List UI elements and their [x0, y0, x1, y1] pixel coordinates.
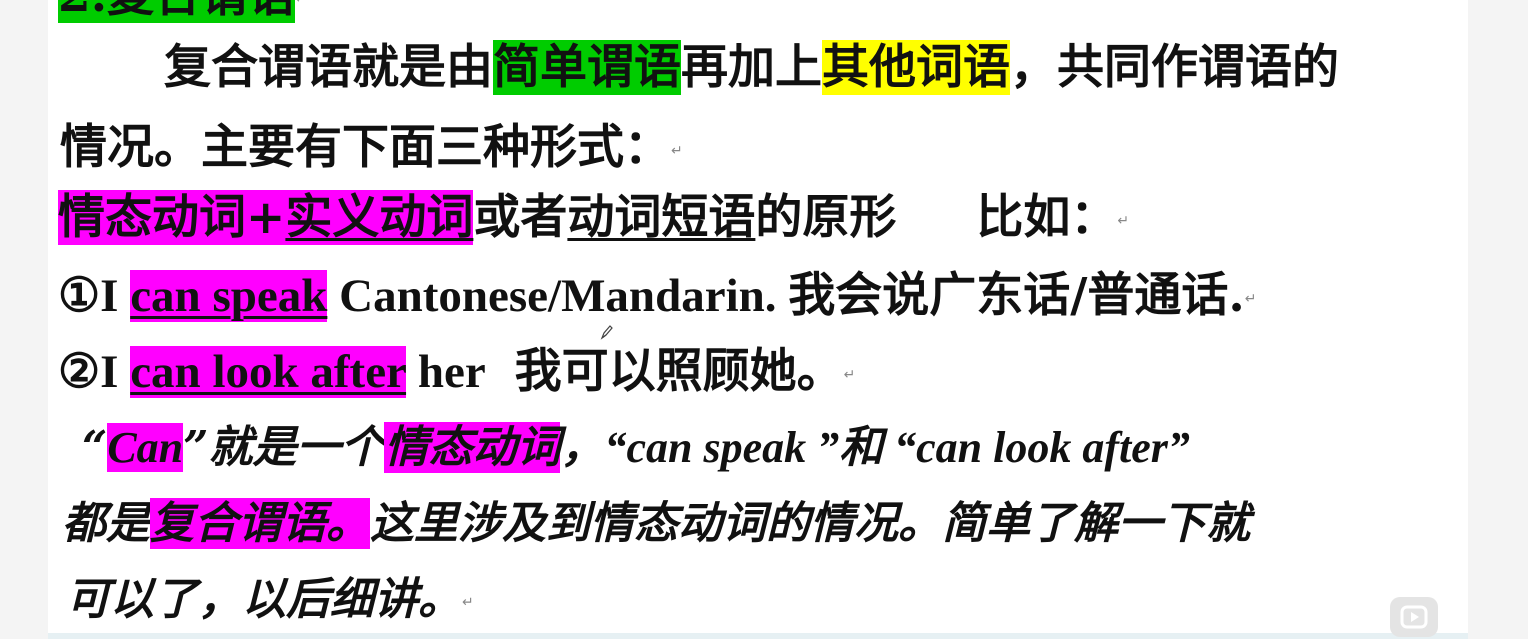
explanation-text: ”就是一个 [183, 422, 385, 473]
definition-text: 复合谓语就是由 [164, 40, 493, 95]
explanation-text: ，“can speak ”和 “can look after” [560, 423, 1190, 472]
example-1: ①I can speak Cantonese/Mandarin. 我会说广东话/… [58, 266, 1257, 329]
definition-text: 再加上 [681, 40, 822, 95]
highlight-simple-predicate: 简单谓语 [493, 40, 681, 95]
highlight-modal-verb-term: 情态动词 [384, 422, 561, 473]
paragraph-mark: ↵ [1244, 291, 1257, 307]
form-rule: 情态动词+实义动词或者动词短语的原形 比如：↵ [58, 188, 1129, 251]
definition-line-1: 复合谓语就是由简单谓语再加上其他词语，共同作谓语的 [164, 38, 1339, 98]
definition-line-2: 情况。主要有下面三种形式：↵ [60, 118, 683, 181]
quote-mark: “ [82, 422, 108, 473]
example-2: ②I can look after her 我可以照顾她。↵ [58, 342, 855, 405]
document-page: 2.复合谓语↵ 复合谓语就是由简单谓语再加上其他词语，共同作谓语的 情况。主要有… [48, 0, 1468, 633]
highlight-modal-verb: 情态动词+实义动词 [58, 190, 474, 245]
left-margin [0, 0, 48, 639]
section-title-text: 2.复合谓语 [58, 0, 296, 23]
explanation-line-2: 都是复合谓语。这里涉及到情态动词的情况。简单了解一下就 [62, 494, 1250, 554]
example-translation: 我会说广东话/普通话. [788, 268, 1245, 323]
explanation-text: 可以了，以后细讲。 [66, 574, 462, 625]
play-icon [1400, 605, 1428, 629]
highlight-compound-predicate: 复合谓语。 [150, 498, 370, 549]
bottom-bar [48, 633, 1468, 639]
video-overlay-button[interactable] [1390, 597, 1438, 637]
paragraph-mark: ↵ [843, 367, 856, 383]
paragraph-mark: ↵ [295, 0, 307, 7]
explanation-line-3: 可以了，以后细讲。↵ [66, 570, 474, 633]
paragraph-mark: ↵ [1117, 213, 1130, 229]
highlight-can: Can [107, 423, 184, 472]
right-margin [1468, 0, 1528, 639]
example-number: ②I [58, 346, 131, 398]
example-sentence: Cantonese/Mandarin. [327, 270, 789, 322]
form-text: 或者 [473, 190, 568, 245]
form-text: 的原形 [755, 190, 897, 245]
paragraph-mark: ↵ [671, 143, 683, 159]
explanation-line-1: “Can”就是一个情态动词，“can speak ”和 “can look af… [82, 418, 1190, 478]
example-number: ①I [58, 270, 131, 322]
example-label: 比如： [976, 190, 1118, 245]
section-title: 2.复合谓语↵ [58, 0, 307, 29]
example-translation: 我可以照顾她。 [514, 344, 844, 399]
example-verb-highlight: can speak [130, 270, 328, 322]
example-verb-highlight: can look after [130, 346, 407, 398]
verb-phrase-underlined: 动词短语 [567, 190, 756, 245]
pen-cursor-icon [600, 325, 613, 340]
explanation-text: 这里涉及到情态动词的情况。简单了解一下就 [370, 498, 1250, 549]
definition-text: ，共同作谓语的 [1010, 40, 1339, 95]
highlight-other-words: 其他词语 [822, 40, 1010, 95]
definition-text: 情况。主要有下面三种形式： [60, 120, 671, 175]
paragraph-mark: ↵ [462, 594, 474, 611]
explanation-text: 都是 [62, 498, 150, 549]
content-verb-underlined: 实义动词 [285, 190, 474, 245]
example-sentence: her [406, 346, 497, 398]
